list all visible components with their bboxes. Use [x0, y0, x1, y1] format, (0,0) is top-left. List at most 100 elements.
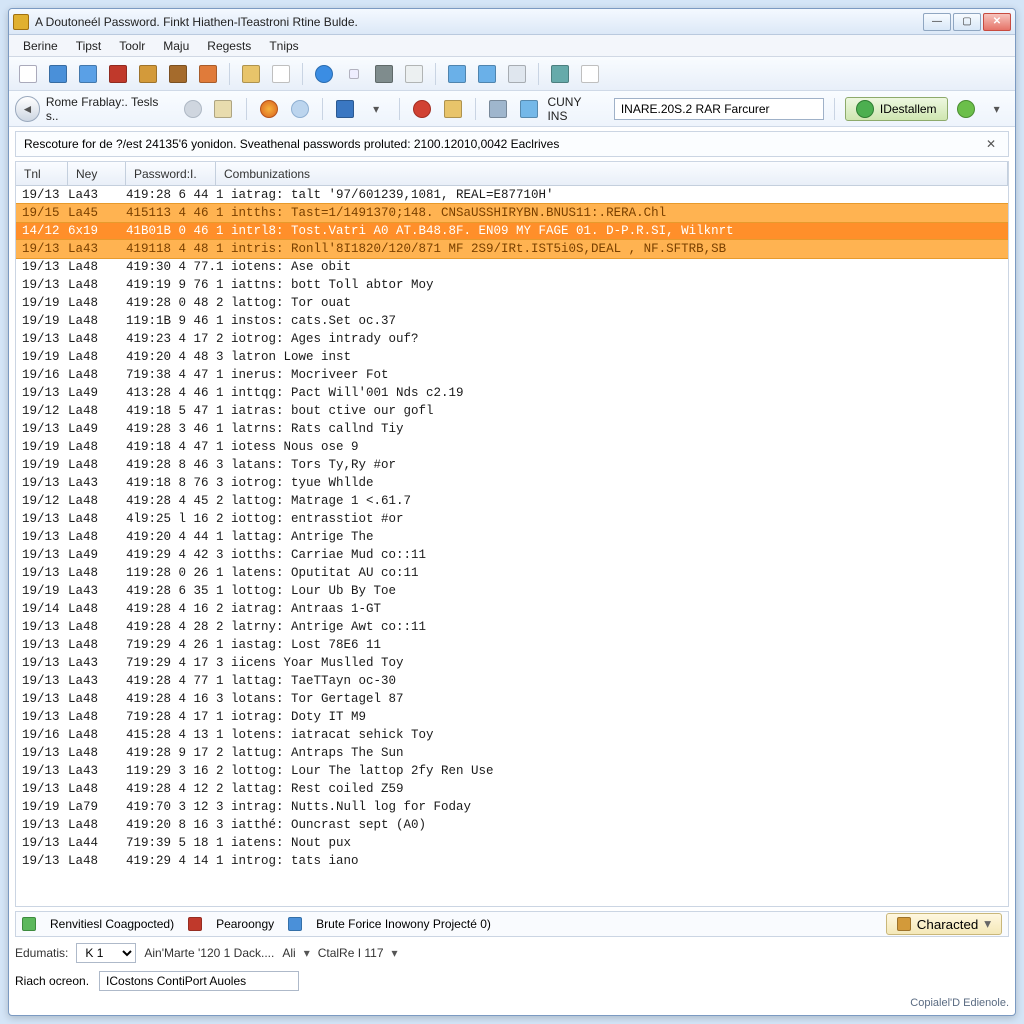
- menu-item[interactable]: Toolr: [111, 37, 153, 55]
- dropdown-arrow-icon[interactable]: ▾: [364, 96, 389, 122]
- dropdown-icon[interactable]: [341, 61, 367, 87]
- table-row[interactable]: 19/13La48719:29 4 261 iastag: Lost 78E6 …: [16, 636, 1008, 654]
- refresh-green-icon[interactable]: [954, 96, 979, 122]
- table-row[interactable]: 19/13La48419:28 4 163 lotans: Tor Gertag…: [16, 690, 1008, 708]
- info-banner: Rescoture for de ?/est 24135'6 yonidon. …: [15, 131, 1009, 157]
- col-header[interactable]: Combunizations: [216, 162, 1008, 185]
- table-row[interactable]: 19/19La48419:18 4 471 iotess Nous ose 9: [16, 438, 1008, 456]
- doc-icon[interactable]: [268, 61, 294, 87]
- table-row[interactable]: 19/19La48419:28 8 463 latans: Tors Ty,Ry…: [16, 456, 1008, 474]
- tile-v-icon[interactable]: [474, 61, 500, 87]
- table-row[interactable]: 19/19La48419:28 0 482 lattog: Tor ouat: [16, 294, 1008, 312]
- table-row[interactable]: 19/19La79419:70 3 123 intrag: Nutts.Null…: [16, 798, 1008, 816]
- contiport-input[interactable]: [99, 971, 299, 991]
- col-header[interactable]: Tnl: [16, 162, 68, 185]
- table-row[interactable]: 19/13La48719:28 4 171 iotrag: Doty IT M9: [16, 708, 1008, 726]
- search-input[interactable]: [614, 98, 824, 120]
- table-row[interactable]: 19/13La48419:20 4 441 lattag: Antrige Th…: [16, 528, 1008, 546]
- chevron-down-icon[interactable]: ▾: [392, 946, 398, 960]
- save-icon[interactable]: [45, 61, 71, 87]
- globe-gray-icon[interactable]: [180, 96, 205, 122]
- table-row[interactable]: 19/13La48419:20 8 163 iatthé: Ouncrast s…: [16, 816, 1008, 834]
- chevron-down-icon[interactable]: ▾: [304, 946, 310, 960]
- close-button[interactable]: ✕: [983, 13, 1011, 31]
- table-row[interactable]: 19/13La49419:28 3 461 latrns: Rats calln…: [16, 420, 1008, 438]
- table-row[interactable]: 19/19La43419:28 6 351 lottog: Lour Ub By…: [16, 582, 1008, 600]
- minimize-button[interactable]: —: [923, 13, 951, 31]
- window-split-icon[interactable]: [517, 96, 542, 122]
- table-row[interactable]: 19/13La48419:29 4 141 introg: tats iano: [16, 852, 1008, 870]
- col-header[interactable]: Ney: [68, 162, 126, 185]
- menu-item[interactable]: Maju: [155, 37, 197, 55]
- export-icon[interactable]: [547, 61, 573, 87]
- grid-body[interactable]: 19/13La43419:28 6 441 iatrag: talt '97/6…: [16, 186, 1008, 906]
- menu-item[interactable]: Tnips: [261, 37, 306, 55]
- sel1[interactable]: K 1: [76, 943, 136, 963]
- table-row[interactable]: 19/13La43719:29 4 173 iicens Yoar Muslle…: [16, 654, 1008, 672]
- refresh-icon[interactable]: [504, 61, 530, 87]
- stop-red-icon[interactable]: [105, 61, 131, 87]
- help-icon[interactable]: [311, 61, 337, 87]
- characted-label: Characted: [917, 917, 979, 932]
- table-row[interactable]: 19/13La49419:29 4 423 iotths: Carriae Mu…: [16, 546, 1008, 564]
- props-icon[interactable]: [401, 61, 427, 87]
- doc2-icon[interactable]: [577, 61, 603, 87]
- table-row[interactable]: 19/16La48719:38 4 471 inerus: Mocriveer …: [16, 366, 1008, 384]
- cell: 1 iotens: Ase obit: [216, 260, 1008, 274]
- table-row[interactable]: 14/126x1941B01B 0 461 intrl8: Tost.Vatri…: [16, 222, 1008, 240]
- table-row[interactable]: 19/13La48419:28 4 282 latrny: Antrige Aw…: [16, 618, 1008, 636]
- table-row[interactable]: 19/13La43419:18 8 763 iotrog: tyue Whlld…: [16, 474, 1008, 492]
- table-row[interactable]: 19/13La484l9:25 l 162 iottog: entrasstio…: [16, 510, 1008, 528]
- install-label: IDestallem: [880, 102, 937, 116]
- table-row[interactable]: 19/13La48419:23 4 172 iotrog: Ages intra…: [16, 330, 1008, 348]
- table-row[interactable]: 19/13La48419:19 9 761 iattns: bott Toll …: [16, 276, 1008, 294]
- exit-icon[interactable]: [195, 61, 221, 87]
- save-disk-icon[interactable]: [333, 96, 358, 122]
- cell: La48: [68, 332, 126, 346]
- cell: 2 iatrag: Antraas 1-GT: [216, 602, 1008, 616]
- table-row[interactable]: 19/15La45415113 4 461 intths: Tast=1/149…: [16, 204, 1008, 222]
- back-button[interactable]: ◄: [15, 96, 40, 122]
- table-row[interactable]: 19/19La48119:1B 9 461 instos: cats.Set o…: [16, 312, 1008, 330]
- table-row[interactable]: 19/19La48419:20 4 483 latron Lowe inst: [16, 348, 1008, 366]
- table-row[interactable]: 19/13La43419:28 4 771 lattag: TaeTTayn o…: [16, 672, 1008, 690]
- bookmark-icon[interactable]: [211, 96, 236, 122]
- table-row[interactable]: 19/16La48415:28 4 131 lotens: iatracat s…: [16, 726, 1008, 744]
- table-row[interactable]: 19/13La43419:28 6 441 iatrag: talt '97/6…: [16, 186, 1008, 204]
- table-row[interactable]: 19/13La48119:28 0 261 latens: Oputitat A…: [16, 564, 1008, 582]
- table-row[interactable]: 19/12La48419:28 4 452 lattog: Matrage 1 …: [16, 492, 1008, 510]
- close-banner-button[interactable]: ✕: [982, 135, 1000, 153]
- folder-icon[interactable]: [135, 61, 161, 87]
- menu-item[interactable]: Regests: [199, 37, 259, 55]
- window-blue-icon[interactable]: [75, 61, 101, 87]
- table-row[interactable]: 19/13La48419:30 4 77.1 iotens: Ase obit: [16, 258, 1008, 276]
- tile-h-icon[interactable]: [444, 61, 470, 87]
- maximize-button[interactable]: ▢: [953, 13, 981, 31]
- comp-icon[interactable]: [486, 96, 511, 122]
- table-row[interactable]: 19/13La43419118 4 481 intris: Ronll'8I18…: [16, 240, 1008, 258]
- table-row[interactable]: 19/13La48419:28 4 122 lattag: Rest coile…: [16, 780, 1008, 798]
- folder-new-icon[interactable]: [440, 96, 465, 122]
- box-brown-icon[interactable]: [165, 61, 191, 87]
- cell: 19/13: [16, 278, 68, 292]
- table-row[interactable]: 19/13La44719:39 5 181 iatens: Nout pux: [16, 834, 1008, 852]
- delete-icon[interactable]: [410, 96, 435, 122]
- table-row[interactable]: 19/13La49413:28 4 461 inttqg: Pact Will'…: [16, 384, 1008, 402]
- menu-item[interactable]: Tipst: [68, 37, 110, 55]
- table-row[interactable]: 19/13La48419:28 9 172 lattug: Antraps Th…: [16, 744, 1008, 762]
- cell: 2 iotrog: Ages intrady ouf?: [216, 332, 1008, 346]
- table-row[interactable]: 19/12La48419:18 5 471 iatras: bout ctive…: [16, 402, 1008, 420]
- table-row[interactable]: 19/13La43119:29 3 162 lottog: Lour The l…: [16, 762, 1008, 780]
- install-button[interactable]: IDestallem: [845, 97, 948, 121]
- menu-item[interactable]: Berine: [15, 37, 66, 55]
- gear-icon[interactable]: [371, 61, 397, 87]
- new-doc-icon[interactable]: [15, 61, 41, 87]
- folder-open-icon[interactable]: [238, 61, 264, 87]
- firefox-icon[interactable]: [257, 96, 282, 122]
- characted-button[interactable]: Characted▾: [886, 913, 1002, 935]
- col-header[interactable]: Password:I.: [126, 162, 216, 185]
- dropdown2-icon[interactable]: ▾: [984, 96, 1009, 122]
- globe-icon[interactable]: [287, 96, 312, 122]
- table-row[interactable]: 19/14La48419:28 4 162 iatrag: Antraas 1-…: [16, 600, 1008, 618]
- cell: 1 intths: Tast=1/1491370;148. CNSaUSSHIR…: [216, 206, 1008, 220]
